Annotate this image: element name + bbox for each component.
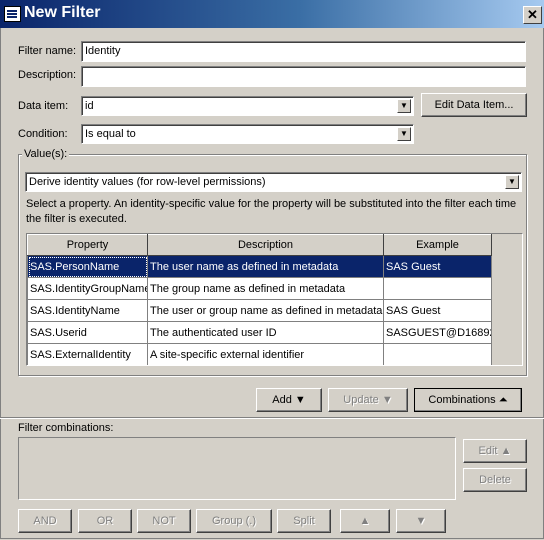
filter-combinations-list[interactable] <box>18 437 456 500</box>
close-button[interactable]: ✕ <box>523 6 542 24</box>
dropdown-arrow-icon: ▼ <box>381 394 393 406</box>
group-button[interactable]: Group (.) <box>196 509 272 533</box>
column-header-example[interactable]: Example <box>383 234 492 256</box>
description-cell: The user name as defined in metadata <box>147 255 384 278</box>
chevron-down-icon[interactable]: ▼ <box>505 175 519 189</box>
example-cell <box>383 343 492 365</box>
table-row[interactable]: SAS.IdentityGroupName The group name as … <box>27 277 492 300</box>
property-cell: SAS.IdentityGroupName <box>27 277 148 300</box>
example-cell: SASGUEST@D16892 <box>383 321 492 344</box>
collapse-up-icon: ⏶ <box>498 394 508 406</box>
up-arrow-icon: ▲ <box>359 515 371 527</box>
table-row[interactable]: SAS.Userid The authenticated user ID SAS… <box>27 321 492 344</box>
edit-combination-button[interactable]: Edit ▲ <box>463 439 527 463</box>
example-cell: SAS Guest <box>383 255 492 278</box>
combinations-button-label: Combinations <box>428 394 496 406</box>
table-header-row: Property Description Example <box>27 234 492 256</box>
value-mode-select[interactable]: Derive identity values (for row-level pe… <box>25 172 522 192</box>
table-row[interactable]: SAS.ExternalIdentity A site-specific ext… <box>27 343 492 365</box>
window-title: New Filter <box>24 4 101 21</box>
chevron-down-icon[interactable]: ▼ <box>397 99 411 113</box>
table-row[interactable]: SAS.IdentityName The user or group name … <box>27 299 492 322</box>
example-cell <box>383 277 492 300</box>
and-button[interactable]: AND <box>18 509 72 533</box>
add-button-label: Add <box>272 394 292 406</box>
value-mode-value: Derive identity values (for row-level pe… <box>29 176 266 188</box>
combinations-button[interactable]: Combinations ⏶ <box>414 388 522 412</box>
update-button[interactable]: Update ▼ <box>328 388 408 412</box>
filter-name-input[interactable]: Identity <box>81 41 526 62</box>
or-button[interactable]: OR <box>78 509 132 533</box>
move-up-button[interactable]: ▲ <box>340 509 390 533</box>
description-cell: The user or group name as defined in met… <box>147 299 384 322</box>
up-arrow-icon: ▲ <box>500 445 512 457</box>
condition-label: Condition: <box>18 128 68 140</box>
down-arrow-icon: ▼ <box>415 515 427 527</box>
values-help-text: Select a property. An identity-specific … <box>26 198 517 225</box>
table-row[interactable]: SAS.PersonName The user name as defined … <box>27 255 492 278</box>
update-button-label: Update <box>343 394 379 406</box>
not-button[interactable]: NOT <box>137 509 191 533</box>
data-item-label: Data item: <box>18 100 69 112</box>
window-icon <box>4 6 21 22</box>
condition-value: Is equal to <box>85 128 136 140</box>
property-table: Property Description Example SAS.PersonN… <box>27 234 492 365</box>
data-item-select[interactable]: id ▼ <box>81 96 414 116</box>
property-cell: SAS.IdentityName <box>27 299 148 322</box>
chevron-down-icon[interactable]: ▼ <box>397 127 411 141</box>
condition-select[interactable]: Is equal to ▼ <box>81 124 414 144</box>
move-down-button[interactable]: ▼ <box>396 509 446 533</box>
description-cell: A site-specific external identifier <box>147 343 384 365</box>
description-input[interactable] <box>81 66 526 87</box>
values-group-label: Value(s): <box>22 148 70 160</box>
property-cell: SAS.PersonName <box>27 255 148 278</box>
delete-combination-button[interactable]: Delete <box>463 468 527 492</box>
description-cell: The authenticated user ID <box>147 321 384 344</box>
property-table-panel: Property Description Example SAS.PersonN… <box>26 233 523 366</box>
edit-combination-label: Edit <box>478 445 498 457</box>
description-label: Description: <box>18 69 77 81</box>
column-header-property[interactable]: Property <box>27 234 148 256</box>
example-cell: SAS Guest <box>383 299 492 322</box>
edit-data-item-button[interactable]: Edit Data Item... <box>421 93 527 117</box>
property-cell: SAS.ExternalIdentity <box>27 343 148 365</box>
filter-name-label: Filter name: <box>18 45 77 57</box>
description-cell: The group name as defined in metadata <box>147 277 384 300</box>
add-button[interactable]: Add ▼ <box>256 388 322 412</box>
title-bar[interactable]: New Filter ✕ <box>0 0 544 28</box>
split-button[interactable]: Split <box>277 509 331 533</box>
dropdown-arrow-icon: ▼ <box>294 394 306 406</box>
property-cell: SAS.Userid <box>27 321 148 344</box>
section-divider <box>0 417 544 418</box>
data-item-value: id <box>85 100 94 112</box>
column-header-description[interactable]: Description <box>147 234 384 256</box>
filter-combinations-label: Filter combinations: <box>18 422 114 434</box>
